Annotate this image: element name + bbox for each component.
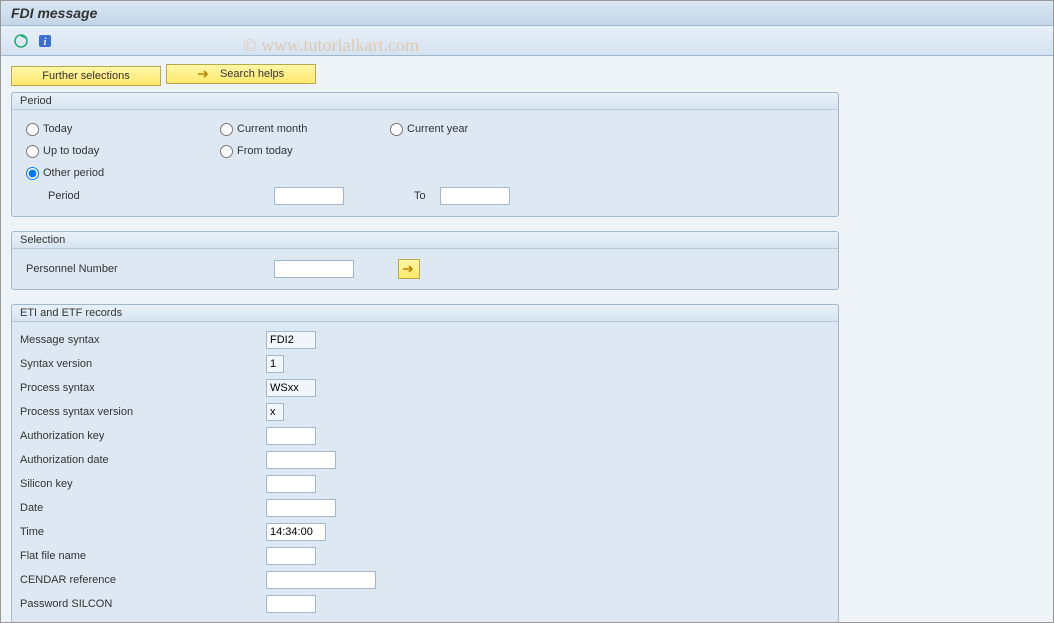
record-input[interactable] — [266, 331, 316, 349]
record-label: Syntax version — [14, 358, 266, 370]
period-to-input[interactable] — [440, 187, 510, 205]
record-row: Authorization key — [14, 424, 836, 448]
record-label: Process syntax — [14, 382, 266, 394]
record-label: Date — [14, 502, 266, 514]
selection-panel: Selection Personnel Number — [11, 231, 839, 290]
record-input[interactable] — [266, 595, 316, 613]
record-row: Date — [14, 496, 836, 520]
personnel-number-input[interactable] — [274, 260, 354, 278]
period-panel: Period Today Current month Current year … — [11, 92, 839, 217]
svg-text:i: i — [44, 37, 47, 48]
radio-other-period[interactable]: Other period — [26, 167, 220, 180]
record-input[interactable] — [266, 571, 376, 589]
record-input[interactable] — [266, 427, 316, 445]
period-to-label: To — [414, 190, 426, 202]
personnel-number-label: Personnel Number — [26, 263, 274, 275]
toolbar: i © www.tutorialkart.com — [1, 26, 1053, 56]
records-title: ETI and ETF records — [12, 305, 838, 322]
record-input[interactable] — [266, 379, 316, 397]
radio-up-to-today[interactable]: Up to today — [26, 145, 220, 158]
record-row: CENDAR reference — [14, 568, 836, 592]
period-title: Period — [12, 93, 838, 110]
record-label: Time — [14, 526, 266, 538]
radio-from-today[interactable]: From today — [220, 145, 390, 158]
execute-icon[interactable] — [11, 32, 31, 50]
record-input[interactable] — [266, 523, 326, 541]
record-row: Silicon key — [14, 472, 836, 496]
records-panel: ETI and ETF records Message syntax Syntax… — [11, 304, 839, 623]
record-label: Message syntax — [14, 334, 266, 346]
record-label: CENDAR reference — [14, 574, 266, 586]
record-row: Process syntax — [14, 376, 836, 400]
search-helps-label: Search helps — [220, 68, 284, 80]
multiple-selection-button[interactable] — [398, 259, 420, 279]
record-label: Process syntax version — [14, 406, 266, 418]
record-label: Authorization key — [14, 430, 266, 442]
record-row: Syntax version — [14, 352, 836, 376]
record-row: Password SILCON — [14, 592, 836, 616]
record-input[interactable] — [266, 451, 336, 469]
page-title: FDI message — [1, 1, 1053, 26]
further-selections-button[interactable]: Further selections — [11, 66, 161, 86]
record-input[interactable] — [266, 355, 284, 373]
record-label: Authorization date — [14, 454, 266, 466]
record-input[interactable] — [266, 403, 284, 421]
app-window: FDI message i © www.tutorialkart.com Fur… — [0, 0, 1054, 623]
record-row: Process syntax version — [14, 400, 836, 424]
selection-title: Selection — [12, 232, 838, 249]
record-label: Flat file name — [14, 550, 266, 562]
record-row: Time — [14, 520, 836, 544]
record-row: Authorization date — [14, 448, 836, 472]
watermark: © www.tutorialkart.com — [243, 35, 419, 56]
record-label: Password SILCON — [14, 598, 266, 610]
record-input[interactable] — [266, 547, 316, 565]
period-label: Period — [48, 190, 274, 202]
info-icon[interactable]: i — [35, 32, 55, 50]
record-row: Flat file name — [14, 544, 836, 568]
period-from-input[interactable] — [274, 187, 344, 205]
button-row: Further selections Search helps — [11, 64, 1043, 86]
radio-current-month[interactable]: Current month — [220, 123, 390, 136]
record-label: Silicon key — [14, 478, 266, 490]
content-area: Further selections Search helps Period T… — [1, 56, 1053, 623]
record-row: Message syntax — [14, 328, 836, 352]
radio-today[interactable]: Today — [26, 123, 220, 136]
radio-current-year[interactable]: Current year — [390, 123, 560, 136]
record-input[interactable] — [266, 499, 336, 517]
record-input[interactable] — [266, 475, 316, 493]
search-helps-button[interactable]: Search helps — [166, 64, 316, 84]
